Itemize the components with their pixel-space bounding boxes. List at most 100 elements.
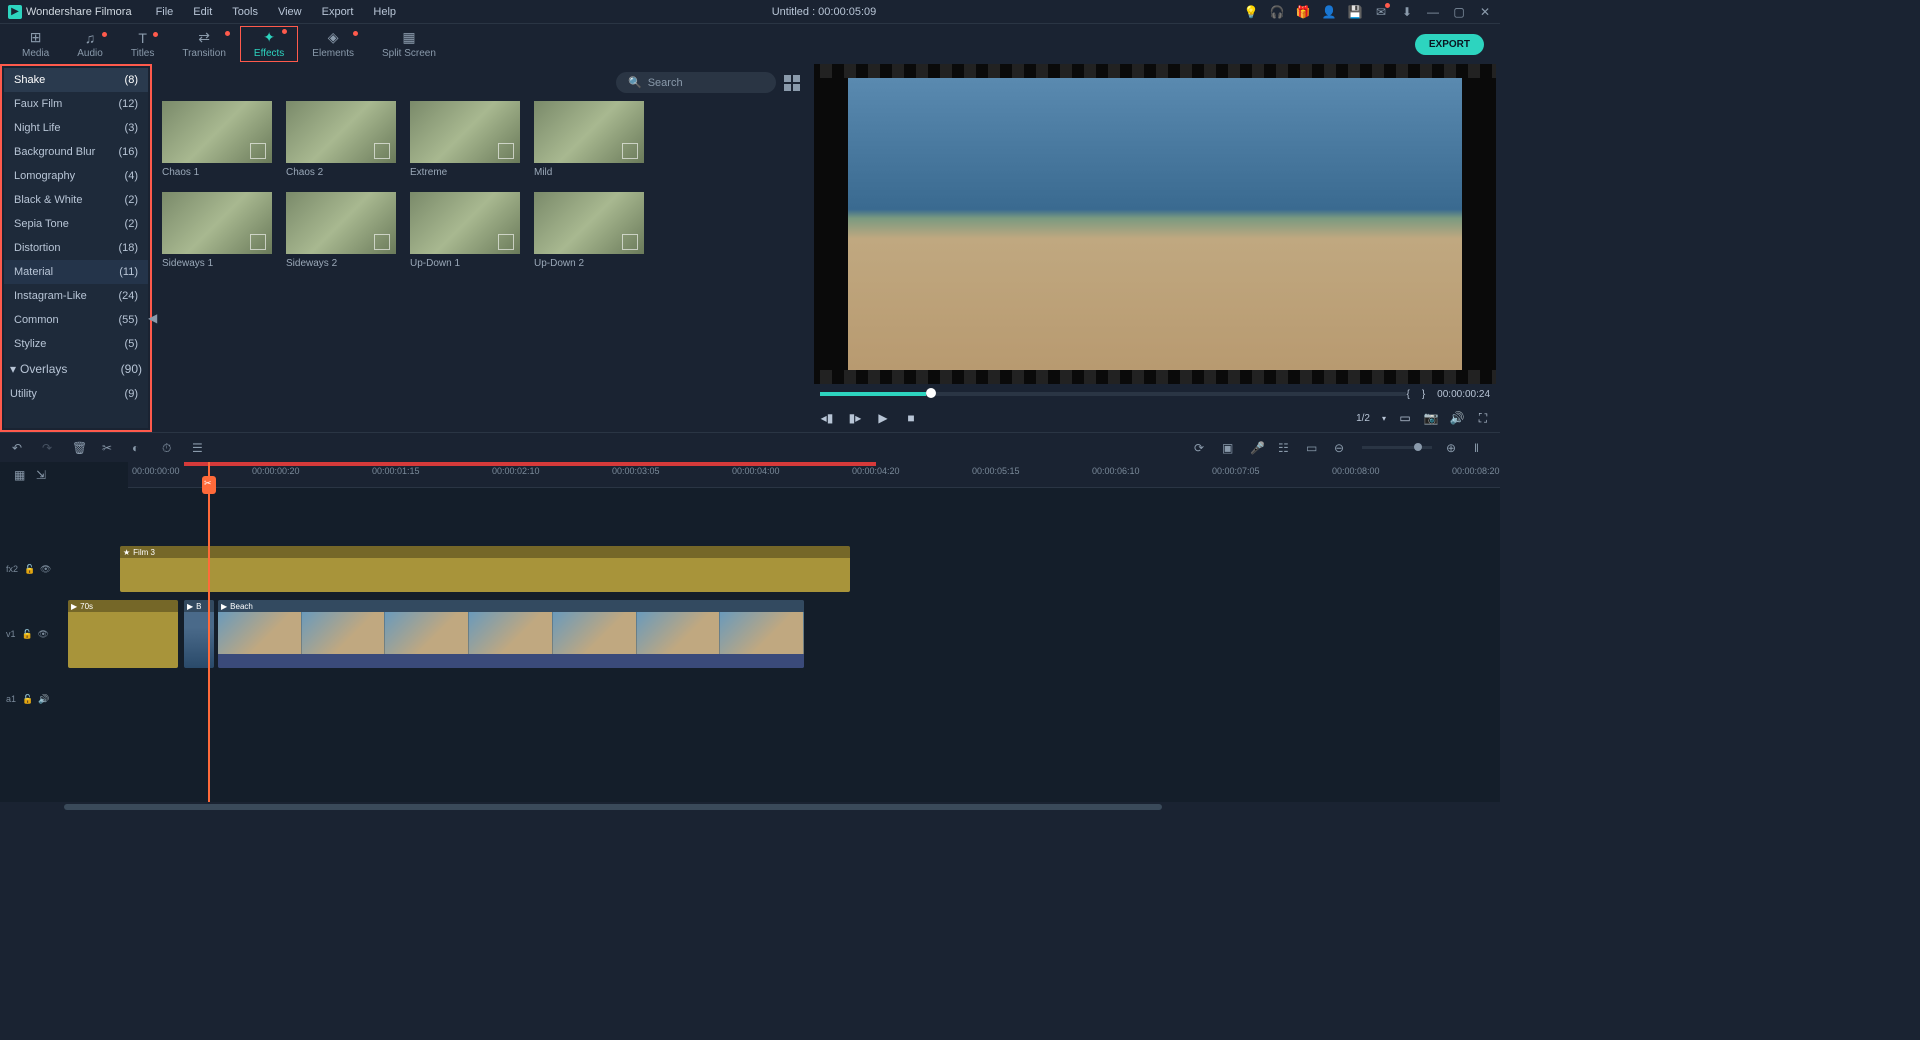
eye-icon[interactable]: 👁 [38,629,48,639]
fit-icon[interactable]: ‖ [1474,441,1488,455]
effect-card[interactable]: Up-Down 1 [410,192,520,269]
effect-card[interactable]: Mild [534,101,644,178]
playhead-handle[interactable] [202,476,216,494]
eye-icon[interactable]: 👁 [40,564,50,574]
close-icon[interactable]: ✕ [1478,5,1492,19]
clip-beach[interactable]: ▶Beach [218,600,804,668]
render-icon[interactable]: ⟳ [1194,441,1208,455]
undo-button[interactable]: ↶ [12,441,26,455]
message-icon[interactable]: ✉ [1374,5,1388,19]
sidebar-item-shake[interactable]: Shake(8) [4,68,148,92]
marker-icon[interactable]: ▣ [1222,441,1236,455]
sidebar-item-bgblur[interactable]: Background Blur(16) [4,140,148,164]
effect-card[interactable]: Chaos 1 [162,101,272,178]
gift-icon[interactable]: 🎁 [1296,5,1310,19]
delete-button[interactable]: 🗑 [72,441,86,455]
sidebar-item-nightlife[interactable]: Night Life(3) [4,116,148,140]
sidebar-group-overlays[interactable]: ▾Overlays(90) [4,356,148,382]
tab-splitscreen[interactable]: ▦Split Screen [368,29,450,59]
grid-view-icon[interactable] [784,75,800,91]
zoom-in-icon[interactable]: ⊕ [1446,441,1460,455]
minimize-icon[interactable]: — [1426,5,1440,19]
marker-out[interactable]: } [1422,389,1425,400]
menu-tools[interactable]: Tools [224,6,266,18]
preview-ratio[interactable]: 1/2 [1356,413,1370,424]
display-icon[interactable]: ▭ [1398,411,1412,425]
menu-view[interactable]: View [270,6,310,18]
volume-icon[interactable]: 🔊 [1450,411,1464,425]
timeline-ruler[interactable]: 00:00:00:0000:00:00:2000:00:01:1500:00:0… [128,462,1500,488]
video-frame [848,78,1462,370]
idea-icon[interactable]: 💡 [1244,5,1258,19]
clip-film3[interactable]: ★Film 3 [120,546,850,592]
fullscreen-icon[interactable]: ⛶ [1476,411,1490,425]
timeline-expand-icon[interactable]: ⇲ [36,468,50,482]
color-button[interactable]: ☰ [192,441,206,455]
effect-card[interactable]: Sideways 2 [286,192,396,269]
scrub-handle[interactable] [926,388,936,398]
search-input[interactable]: 🔍Search [616,72,776,93]
headset-icon[interactable]: 🎧 [1270,5,1284,19]
sidebar-item-material[interactable]: Material(11) [4,260,148,284]
sidebar-group-utility[interactable]: Utility(9) [4,382,148,406]
sidebar-item-fauxfilm[interactable]: Faux Film(12) [4,92,148,116]
tab-transition[interactable]: ⇄Transition [168,29,240,59]
effect-card[interactable]: Sideways 1 [162,192,272,269]
marker-in[interactable]: { [1406,389,1409,400]
chevron-down-icon[interactable]: ▾ [1382,414,1386,423]
stop-button[interactable]: ■ [904,411,918,425]
menu-export[interactable]: Export [314,6,362,18]
maximize-icon[interactable]: ▢ [1452,5,1466,19]
sidebar-item-lomography[interactable]: Lomography(4) [4,164,148,188]
mute-icon[interactable]: 🔊 [38,694,48,704]
play-button[interactable]: ▶ [876,411,890,425]
download-icon[interactable]: ⬇ [1400,5,1414,19]
media-icon: ⊞ [30,29,42,46]
menu-help[interactable]: Help [365,6,404,18]
effect-label: Mild [534,167,644,178]
tab-audio[interactable]: ♫Audio [63,30,117,59]
effect-card[interactable]: Up-Down 2 [534,192,644,269]
ruler-tick: 00:00:07:05 [1212,466,1260,476]
preview-scrubber[interactable]: { } 00:00:00:24 [810,384,1500,404]
sidebar-item-distortion[interactable]: Distortion(18) [4,236,148,260]
timeline-scrollbar[interactable] [0,802,1500,812]
effect-card[interactable]: Chaos 2 [286,101,396,178]
sidebar-item-sepia[interactable]: Sepia Tone(2) [4,212,148,236]
user-icon[interactable]: 👤 [1322,5,1336,19]
effect-card[interactable]: Extreme [410,101,520,178]
sidebar-item-instagram[interactable]: Instagram-Like(24) [4,284,148,308]
zoom-slider[interactable] [1362,446,1432,449]
sidebar-collapse-handle[interactable]: ◀ [148,308,156,328]
snap-icon[interactable]: ▭ [1306,441,1320,455]
video-icon: ▶ [187,602,193,611]
menu-edit[interactable]: Edit [185,6,220,18]
speed-button[interactable]: ⏱ [162,441,176,455]
next-frame-button[interactable]: ▮▸ [848,411,862,425]
zoom-out-icon[interactable]: ⊖ [1334,441,1348,455]
mixer-icon[interactable]: ☷ [1278,441,1292,455]
split-button[interactable]: ✂ [102,441,116,455]
tab-media[interactable]: ⊞Media [8,29,63,59]
redo-button[interactable]: ↷ [42,441,56,455]
lock-icon[interactable]: 🔓 [22,694,32,704]
prev-frame-button[interactable]: ◂▮ [820,411,834,425]
lock-icon[interactable]: 🔓 [22,629,32,639]
snapshot-icon[interactable]: 📷 [1424,411,1438,425]
clip-70s[interactable]: ▶70s [68,600,178,668]
crop-button[interactable]: ◐ [132,441,146,455]
lock-icon[interactable]: 🔓 [24,564,34,574]
sidebar-item-common[interactable]: Common(55) [4,308,148,332]
tab-titles[interactable]: TTitles [117,30,169,59]
tab-elements[interactable]: ◈Elements [298,29,368,59]
sidebar-item-bw[interactable]: Black & White(2) [4,188,148,212]
tab-effects[interactable]: ✦Effects [240,26,298,62]
sidebar-item-stylize[interactable]: Stylize(5) [4,332,148,356]
timeline-settings-icon[interactable]: ▦ [14,468,28,482]
playhead[interactable] [208,462,210,802]
export-button[interactable]: EXPORT [1415,34,1484,55]
save-icon[interactable]: 💾 [1348,5,1362,19]
menu-file[interactable]: File [148,6,182,18]
voiceover-icon[interactable]: 🎤 [1250,441,1264,455]
track-v1: v1🔓👁 ▶70s ▶B ▶Beach [0,596,1500,672]
